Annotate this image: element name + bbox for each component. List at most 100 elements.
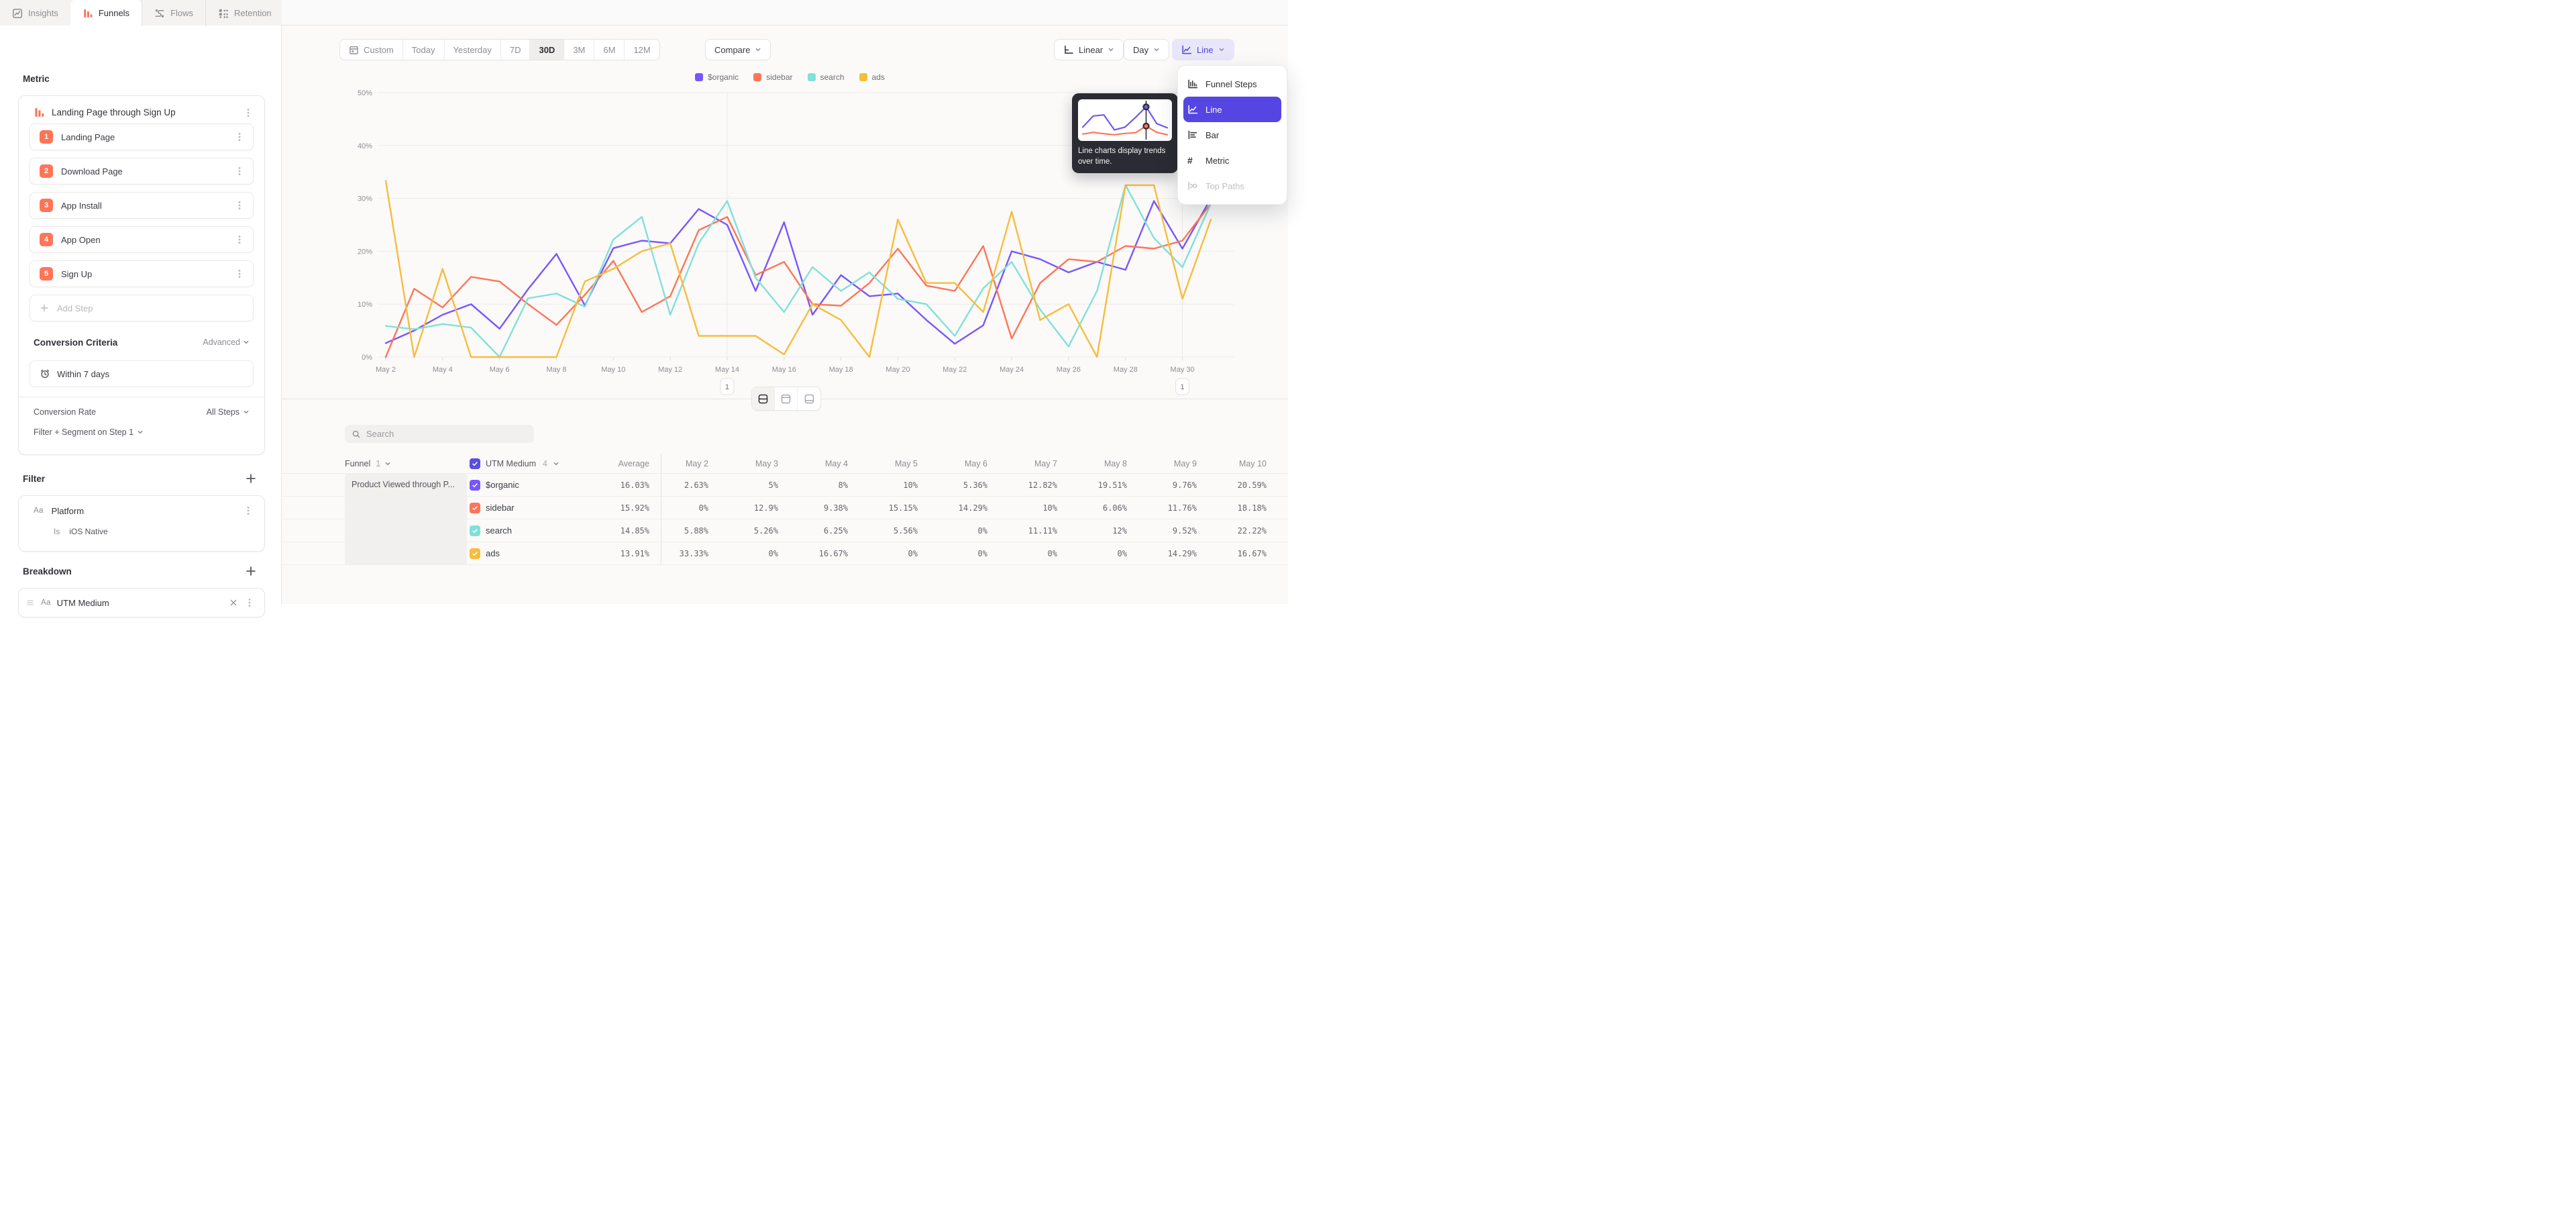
layout-bottom-toggle[interactable] [798,387,820,410]
tab-flows[interactable]: Flows [142,0,205,26]
date-column-header[interactable]: May 10 [1197,459,1267,468]
scale-dropdown[interactable]: Linear [1054,39,1124,60]
annotation-marker[interactable]: 1 [720,379,734,395]
legend-item-search[interactable]: search [808,72,845,82]
funnel-step-2[interactable]: 2Download Page [30,158,254,185]
chevron-down-icon [755,46,761,53]
funnel-step-3[interactable]: 3App Install [30,192,254,219]
add-filter-button[interactable] [245,472,257,485]
menu-item-top-paths: Top Paths [1178,173,1287,199]
select-all-checkbox[interactable] [470,458,480,469]
layout-split-toggle[interactable] [752,387,775,410]
drag-handle-icon[interactable] [25,598,35,607]
kebab-menu-icon[interactable] [234,200,245,211]
menu-item-line[interactable]: Line [1183,97,1281,122]
value-cell: 5% [708,481,778,490]
tab-funnels[interactable]: Funnels [70,0,142,26]
date-column-header[interactable]: May 4 [778,459,848,468]
range-label: 7D [510,45,521,55]
svg-text:May 24: May 24 [1000,366,1024,374]
funnel-name-cell[interactable]: Product Viewed through P... [345,474,467,565]
advanced-dropdown[interactable]: Advanced [203,338,250,347]
date-column-header[interactable]: May 9 [1127,459,1197,468]
interval-dropdown[interactable]: Day [1124,39,1169,60]
legend-item-organic[interactable]: $organic [695,72,739,82]
filter-value[interactable]: iOS Native [69,527,107,536]
kebab-menu-icon[interactable] [243,107,254,118]
date-column-header[interactable]: May 5 [848,459,918,468]
menu-item-funnel-steps[interactable]: Funnel Steps [1178,71,1287,97]
chevron-down-icon [1153,46,1160,53]
average-cell: 13.91% [604,549,649,558]
range-30d[interactable]: 30D [530,40,564,60]
range-7d[interactable]: 7D [501,40,531,60]
step-label: App Install [61,201,226,211]
value-cell: 0% [918,526,987,536]
menu-item-label: Funnel Steps [1205,79,1257,89]
tab-insights[interactable]: Insights [0,0,70,26]
range-label: Custom [364,45,394,55]
chart-type-dropdown[interactable]: Line [1172,39,1234,60]
funnel-column-header[interactable]: Funnel 1 [345,459,470,468]
range-today[interactable]: Today [403,40,445,60]
filter-segment-dropdown[interactable]: Filter + Segment on Step 1 [34,427,144,437]
funnel-metric-header[interactable]: Landing Page through Sign Up [19,96,264,123]
segment-checkbox[interactable] [470,480,480,491]
filter-property[interactable]: Platform [52,506,243,516]
date-column-header[interactable]: May 2 [649,459,708,468]
svg-text:40%: 40% [358,142,372,150]
range-12m[interactable]: 12M [625,40,659,60]
kebab-menu-icon[interactable] [234,234,245,245]
kebab-menu-icon[interactable] [234,268,245,279]
step-label: Download Page [61,166,226,177]
value-cell: 9.52% [1127,526,1197,536]
kebab-menu-icon[interactable] [243,505,254,516]
breakdown-property[interactable]: UTM Medium [57,598,223,608]
layout-top-toggle[interactable] [775,387,798,410]
add-breakdown-button[interactable] [245,565,257,577]
menu-item-label: Line [1205,105,1222,115]
segment-name-cell: ads [470,548,604,559]
svg-text:May 26: May 26 [1057,366,1081,374]
segment-checkbox[interactable] [470,548,480,559]
funnel-step-4[interactable]: 4App Open [30,226,254,253]
search-input[interactable] [366,429,527,439]
chevron-down-icon [553,460,559,467]
date-column-header[interactable]: May 7 [987,459,1057,468]
kebab-menu-icon[interactable] [244,597,255,608]
segment-checkbox[interactable] [470,525,480,536]
legend-item-sidebar[interactable]: sidebar [753,72,792,82]
kebab-menu-icon[interactable] [234,132,245,142]
filter-operator[interactable]: Is [54,527,60,536]
add-step-button[interactable]: Add Step [30,295,254,321]
compare-button[interactable]: Compare [705,39,771,60]
remove-breakdown-icon[interactable] [229,598,238,607]
breakdown-column-header[interactable]: UTM Medium 4 [470,458,604,469]
legend-item-ads[interactable]: ads [859,72,885,82]
menu-item-bar[interactable]: Bar [1178,122,1287,148]
all-steps-dropdown[interactable]: All Steps [207,407,250,417]
legend-label: $organic [708,72,739,82]
date-column-header[interactable]: May 8 [1057,459,1127,468]
date-column-header[interactable]: May 3 [708,459,778,468]
kebab-menu-icon[interactable] [234,166,245,177]
funnel-step-5[interactable]: 5Sign Up [30,260,254,287]
svg-text:50%: 50% [358,89,372,97]
conversion-window[interactable]: Within 7 days [30,360,254,387]
range-yesterday[interactable]: Yesterday [445,40,501,60]
average-column-header[interactable]: Average [604,459,649,468]
chevron-down-icon [384,460,391,467]
range-3m[interactable]: 3M [564,40,594,60]
funnel-metric-name: Landing Page through Sign Up [52,107,236,117]
range-6m[interactable]: 6M [594,40,625,60]
chart-type-menu: Funnel Steps Line Bar#MetricTop Paths [1177,65,1287,205]
segment-checkbox[interactable] [470,503,480,513]
value-cell: 0% [649,503,708,513]
value-cell: 8% [778,481,848,490]
menu-item-metric[interactable]: #Metric [1178,148,1287,173]
funnel-step-1[interactable]: 1Landing Page [30,123,254,150]
tab-retention[interactable]: Retention [205,0,284,26]
date-column-header[interactable]: May 6 [918,459,987,468]
annotation-marker[interactable]: 1 [1176,379,1189,395]
range-custom[interactable]: Custom [340,40,403,60]
